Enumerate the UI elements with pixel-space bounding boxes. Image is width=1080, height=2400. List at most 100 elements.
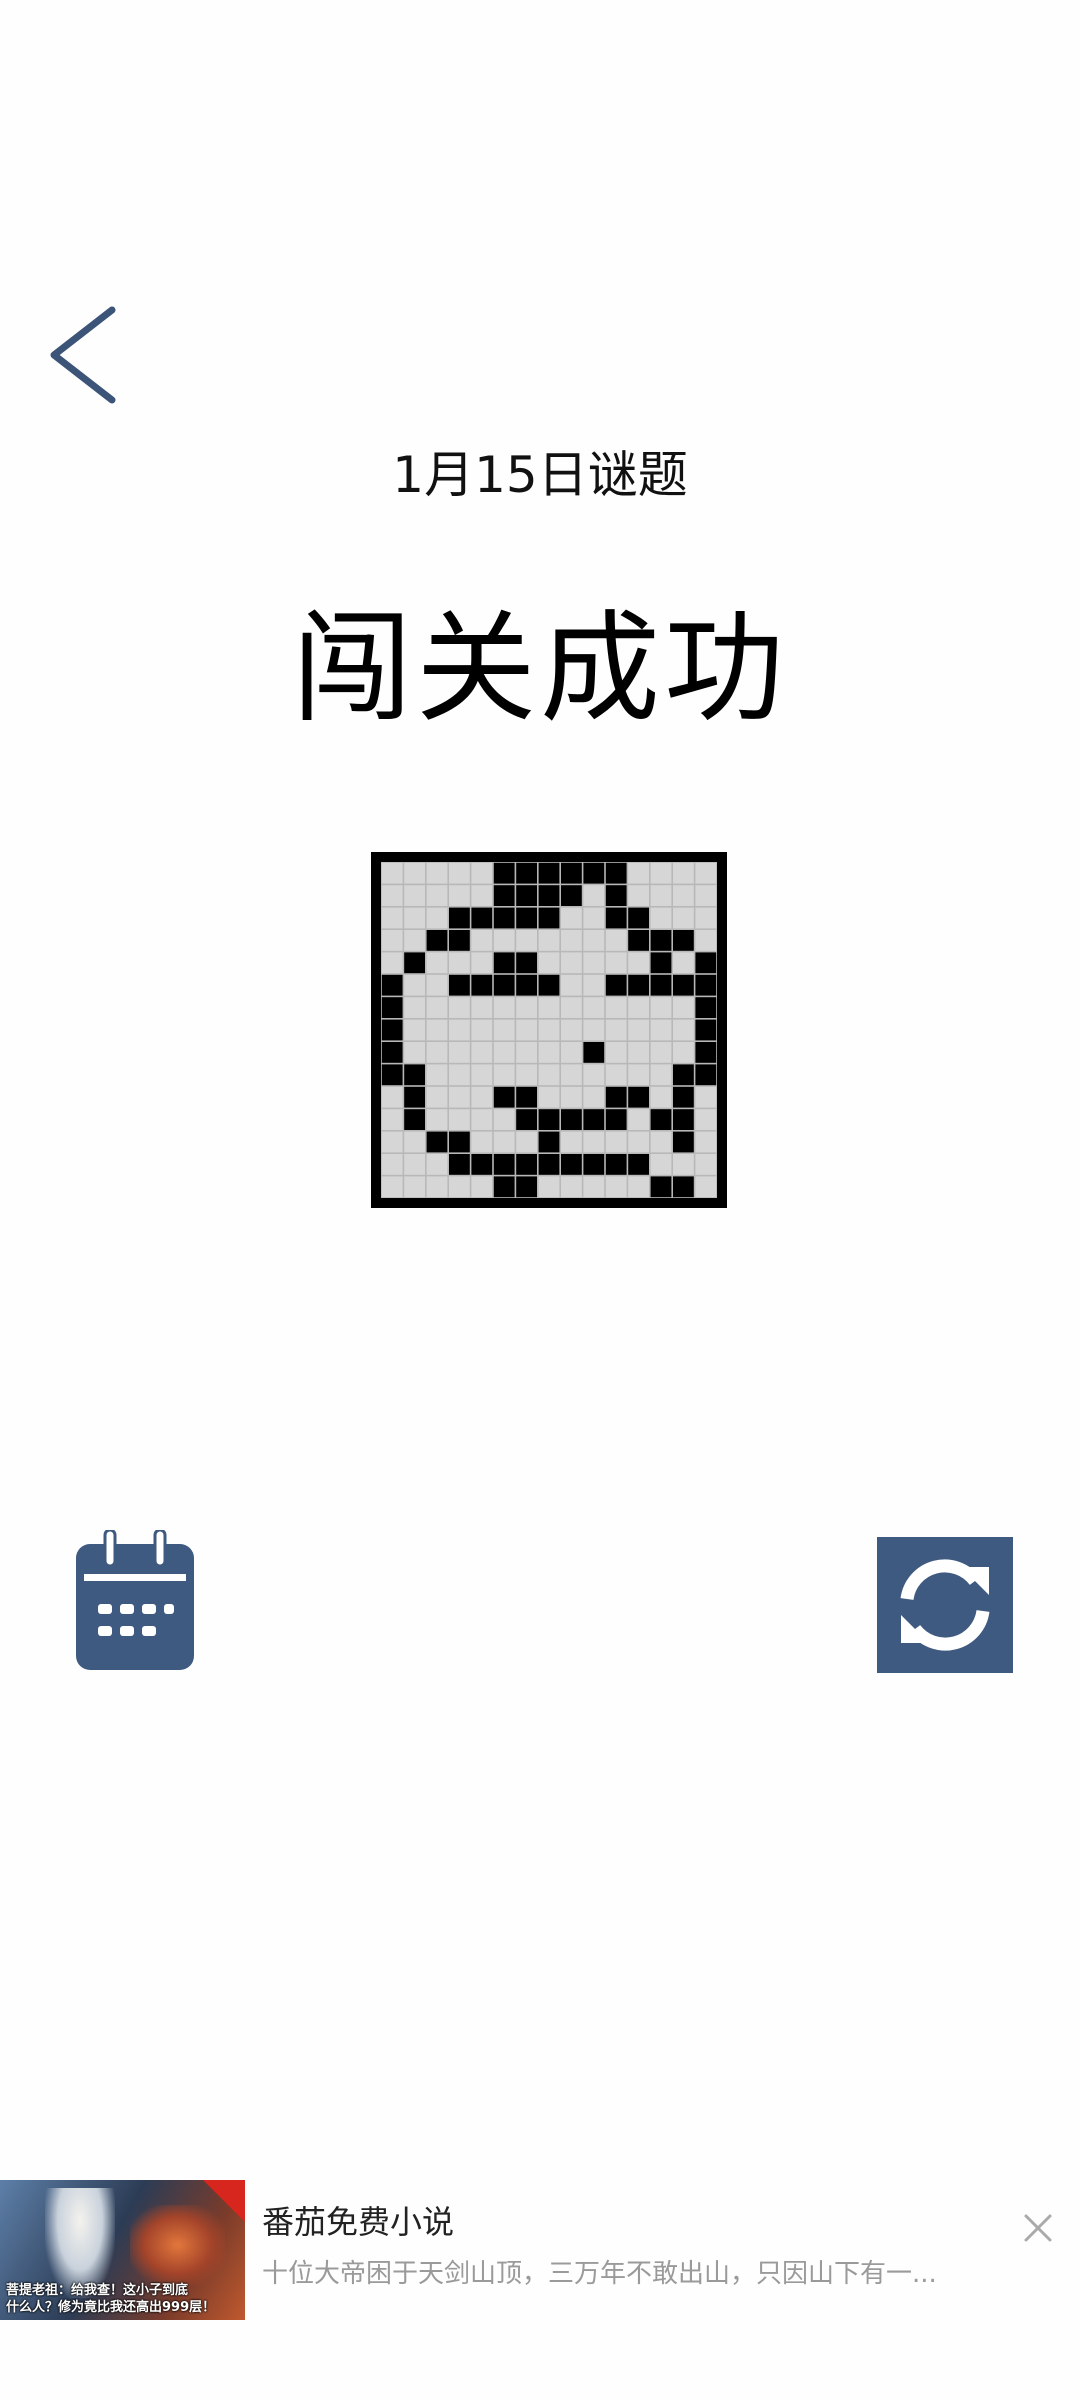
ad-banner[interactable]: 菩提老祖：给我查！这小子到底 什么人？修为竟比我还高出999层！ 番茄免费小说 … <box>0 2180 1080 2320</box>
nonogram-cell-empty <box>673 1019 694 1041</box>
nonogram-cell-filled <box>650 1109 672 1130</box>
nonogram-cell-empty <box>583 1019 605 1041</box>
nonogram-cell-empty <box>404 1154 425 1175</box>
nonogram-cell-filled <box>561 1154 582 1175</box>
nonogram-cell-empty <box>516 1131 537 1153</box>
nonogram-cell-empty <box>628 1131 649 1153</box>
nonogram-cell-empty <box>673 1154 694 1175</box>
nonogram-cell-filled <box>538 885 560 906</box>
nonogram-cell-empty <box>516 1064 537 1086</box>
nonogram-cell-empty <box>650 1086 672 1108</box>
nonogram-cell-empty <box>426 1042 448 1063</box>
ad-app-name[interactable]: 番茄免费小说 <box>262 2200 454 2244</box>
nonogram-cell-empty <box>471 885 493 906</box>
nonogram-cell-filled <box>471 974 493 996</box>
nonogram-cell-empty <box>583 1064 605 1086</box>
nonogram-cell-empty <box>426 907 448 929</box>
ad-thumbnail-caption-line2: 什么人？修为竟比我还高出999层！ <box>6 2300 216 2315</box>
nonogram-cell-empty <box>561 1064 582 1086</box>
nonogram-cell-filled <box>605 862 627 884</box>
nonogram-cell-filled <box>493 974 515 996</box>
nonogram-cell-filled <box>516 1176 537 1198</box>
nonogram-cell-empty <box>449 1019 470 1041</box>
nonogram-cell-empty <box>561 952 582 974</box>
nonogram-cell-empty <box>695 885 717 906</box>
nonogram-cell-filled <box>449 1131 470 1153</box>
nonogram-cell-filled <box>381 997 403 1018</box>
nonogram-cell-empty <box>449 997 470 1018</box>
nonogram-cell-empty <box>695 1086 717 1108</box>
nonogram-cell-empty <box>426 952 448 974</box>
nonogram-cell-empty <box>449 1176 470 1198</box>
nonogram-cell-empty <box>471 930 493 951</box>
nonogram-cell-filled <box>673 1064 694 1086</box>
nonogram-cell-filled <box>628 907 649 929</box>
level-complete-title: 闯关成功 <box>292 600 788 739</box>
nonogram-cell-empty <box>381 1176 403 1198</box>
refresh-icon <box>900 1559 990 1651</box>
nonogram-cell-empty <box>538 930 560 951</box>
back-button[interactable] <box>40 300 130 410</box>
nonogram-cell-empty <box>583 885 605 906</box>
nonogram-cell-empty <box>673 907 694 929</box>
nonogram-cell-filled <box>605 1154 627 1175</box>
nonogram-cell-filled <box>516 907 537 929</box>
nonogram-cell-empty <box>538 997 560 1018</box>
nonogram-cell-empty <box>628 885 649 906</box>
nonogram-cell-empty <box>628 1019 649 1041</box>
nonogram-cell-empty <box>493 930 515 951</box>
nonogram-cell-empty <box>628 1064 649 1086</box>
nonogram-cell-empty <box>381 1109 403 1130</box>
nonogram-cell-empty <box>650 997 672 1018</box>
ad-close-button[interactable] <box>1020 2210 1056 2246</box>
nonogram-cell-empty <box>695 907 717 929</box>
nonogram-cell-empty <box>404 907 425 929</box>
nonogram-cell-empty <box>583 1176 605 1198</box>
ad-thumbnail[interactable]: 菩提老祖：给我查！这小子到底 什么人？修为竟比我还高出999层！ <box>0 2180 245 2320</box>
nonogram-cell-empty <box>426 885 448 906</box>
refresh-button[interactable] <box>877 1537 1013 1673</box>
nonogram-cell-empty <box>538 1019 560 1041</box>
nonogram-cell-empty <box>471 952 493 974</box>
nonogram-cell-filled <box>650 930 672 951</box>
nonogram-cell-empty <box>673 1042 694 1063</box>
nonogram-cell-empty <box>695 1154 717 1175</box>
nonogram-cell-empty <box>516 1042 537 1063</box>
nonogram-cell-filled <box>538 1154 560 1175</box>
nonogram-cell-empty <box>673 952 694 974</box>
nonogram-cell-empty <box>605 1176 627 1198</box>
nonogram-cell-filled <box>561 1109 582 1130</box>
nonogram-cell-filled <box>650 1176 672 1198</box>
nonogram-cell-empty <box>583 952 605 974</box>
nonogram-cell-filled <box>561 885 582 906</box>
nonogram-cell-filled <box>538 974 560 996</box>
nonogram-cell-filled <box>493 907 515 929</box>
ad-description[interactable]: 十位大帝困于天剑山顶，三万年不敢出山，只因山下有一... <box>262 2256 1002 2292</box>
nonogram-cell-filled <box>583 1042 605 1063</box>
nonogram-cell-filled <box>605 907 627 929</box>
nonogram-cell-empty <box>493 1109 515 1130</box>
nonogram-cell-filled <box>583 1154 605 1175</box>
calendar-button[interactable] <box>76 1530 194 1670</box>
nonogram-cell-filled <box>605 1109 627 1130</box>
nonogram-cell-empty <box>471 1086 493 1108</box>
nonogram-cell-empty <box>605 1042 627 1063</box>
nonogram-cell-empty <box>650 1154 672 1175</box>
nonogram-cell-empty <box>426 1109 448 1130</box>
nonogram-cell-empty <box>583 1086 605 1108</box>
nonogram-cell-empty <box>561 1042 582 1063</box>
nonogram-cell-empty <box>561 997 582 1018</box>
nonogram-cell-empty <box>650 885 672 906</box>
nonogram-cell-filled <box>471 1154 493 1175</box>
nonogram-cell-empty <box>449 1109 470 1130</box>
nonogram-cell-empty <box>628 862 649 884</box>
nonogram-cell-filled <box>404 1109 425 1130</box>
nonogram-cell-empty <box>404 1131 425 1153</box>
ad-thumbnail-caption: 菩提老祖：给我查！这小子到底 什么人？修为竟比我还高出999层！ <box>0 2282 245 2316</box>
chevron-left-icon <box>50 306 116 404</box>
nonogram-cell-filled <box>516 885 537 906</box>
nonogram-cell-filled <box>449 1154 470 1175</box>
nonogram-cell-empty <box>404 862 425 884</box>
nonogram-cell-empty <box>695 862 717 884</box>
close-icon <box>1024 2214 1052 2242</box>
